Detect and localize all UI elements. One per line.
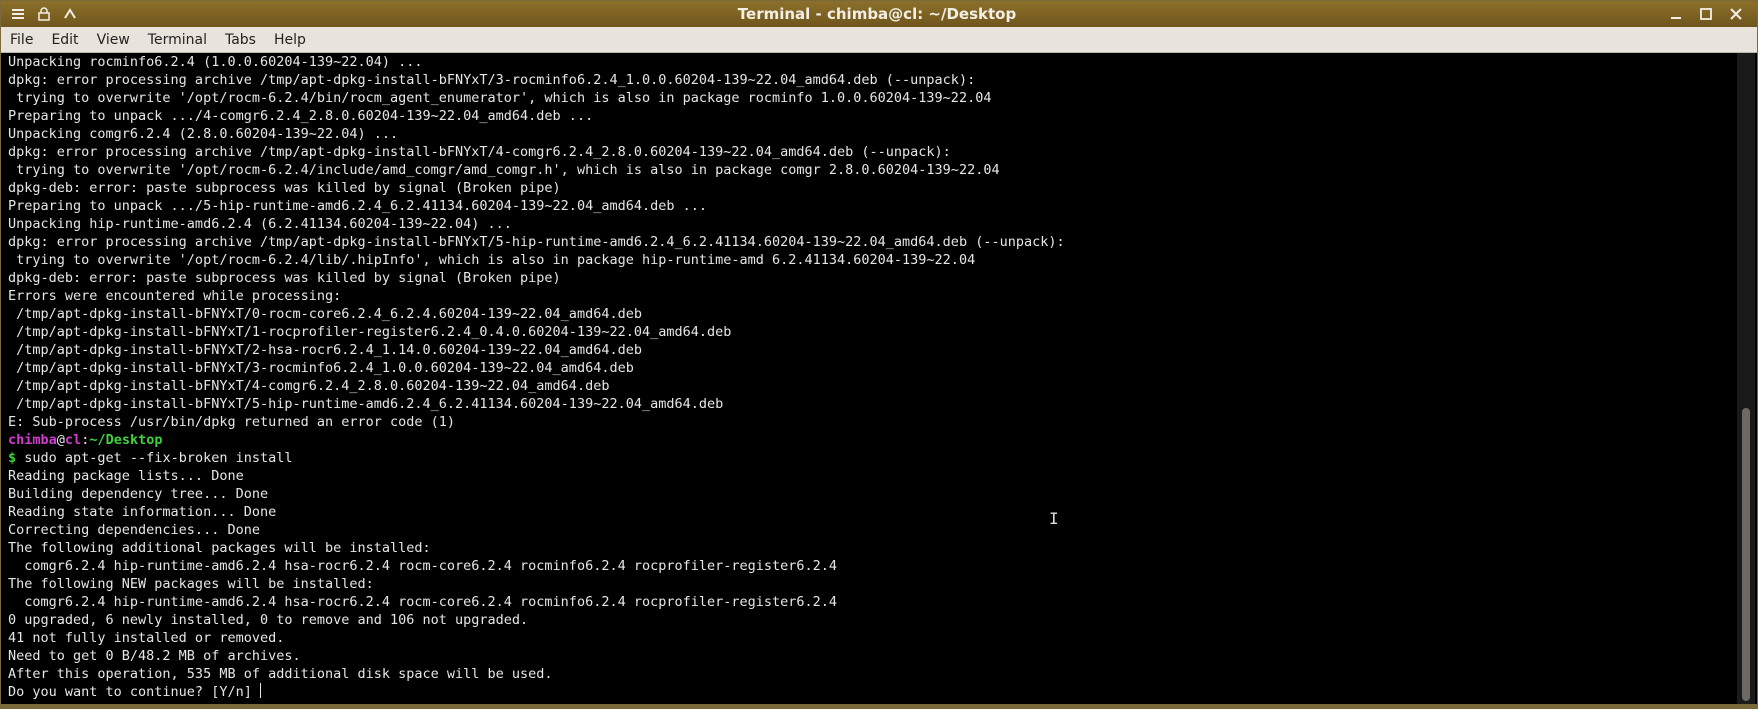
output-line: Preparing to unpack .../4-comgr6.2.4_2.8… xyxy=(8,108,594,124)
prompt-dollar: $ xyxy=(8,450,17,466)
title-bar-right-controls xyxy=(1627,4,1757,24)
output-line: The following NEW packages will be insta… xyxy=(8,576,374,592)
menu-file[interactable]: File xyxy=(1,32,42,48)
ibeam-cursor-icon: I xyxy=(1049,509,1059,528)
menu-icon[interactable] xyxy=(7,4,29,24)
command-line: $ sudo apt-get --fix-broken install xyxy=(8,449,1737,467)
output-line: /tmp/apt-dpkg-install-bFNYxT/2-hsa-rocr6… xyxy=(8,342,642,358)
output-line: dpkg-deb: error: paste subprocess was ki… xyxy=(8,270,561,286)
output-line: Need to get 0 B/48.2 MB of archives. xyxy=(8,648,301,664)
command-text: sudo apt-get --fix-broken install xyxy=(16,450,293,466)
prompt-host: cl xyxy=(64,432,82,448)
maximize-icon[interactable] xyxy=(1695,4,1717,24)
title-bar[interactable]: Terminal - chimba@cl: ~/Desktop xyxy=(1,1,1757,27)
output-line: E: Sub-process /usr/bin/dpkg returned an… xyxy=(8,414,456,430)
prompt-path: ~/Desktop xyxy=(89,432,163,448)
output-line: /tmp/apt-dpkg-install-bFNYxT/0-rocm-core… xyxy=(8,306,642,322)
output-line: 41 not fully installed or removed. xyxy=(8,630,285,646)
prompt-at: @ xyxy=(56,432,65,448)
output-line: /tmp/apt-dpkg-install-bFNYxT/1-rocprofil… xyxy=(8,324,732,340)
output-line: Unpacking comgr6.2.4 (2.8.0.60204-139~22… xyxy=(8,126,399,142)
output-line: dpkg: error processing archive /tmp/apt-… xyxy=(8,72,976,88)
menu-view[interactable]: View xyxy=(88,32,139,48)
text-cursor xyxy=(259,683,261,698)
up-arrow-icon[interactable] xyxy=(59,4,81,24)
output-line: trying to overwrite '/opt/rocm-6.2.4/inc… xyxy=(8,162,1000,178)
lock-icon[interactable] xyxy=(33,4,55,24)
terminal-window: Terminal - chimba@cl: ~/Desktop File Edi… xyxy=(0,0,1758,709)
output-line: /tmp/apt-dpkg-install-bFNYxT/4-comgr6.2.… xyxy=(8,378,610,394)
output-line: Reading package lists... Done xyxy=(8,468,244,484)
confirm-prompt-line: Do you want to continue? [Y/n] xyxy=(8,683,1737,701)
menu-edit[interactable]: Edit xyxy=(42,32,87,48)
output-line: trying to overwrite '/opt/rocm-6.2.4/lib… xyxy=(8,252,976,268)
output-line: After this operation, 535 MB of addition… xyxy=(8,666,553,682)
terminal-output[interactable]: Unpacking rocminfo6.2.4 (1.0.0.60204-139… xyxy=(1,53,1737,705)
output-lines-before: Unpacking rocminfo6.2.4 (1.0.0.60204-139… xyxy=(8,53,1737,431)
output-line: /tmp/apt-dpkg-install-bFNYxT/5-hip-runti… xyxy=(8,396,724,412)
output-line: Correcting dependencies... Done xyxy=(8,522,260,538)
confirm-prompt-text: Do you want to continue? [Y/n] xyxy=(8,684,260,700)
output-line: 0 upgraded, 6 newly installed, 0 to remo… xyxy=(8,612,529,628)
output-line: trying to overwrite '/opt/rocm-6.2.4/bin… xyxy=(8,90,992,106)
menu-bar: File Edit View Terminal Tabs Help xyxy=(1,27,1757,53)
output-line: dpkg-deb: error: paste subprocess was ki… xyxy=(8,180,561,196)
scrollbar-thumb[interactable] xyxy=(1742,408,1750,701)
output-line: Building dependency tree... Done xyxy=(8,486,269,502)
prompt-line: chimba@cl:~/Desktop xyxy=(8,431,1737,449)
prompt-user: chimba xyxy=(8,432,57,448)
window-bottom-border xyxy=(1,704,1757,708)
menu-tabs[interactable]: Tabs xyxy=(216,32,265,48)
minimize-icon[interactable] xyxy=(1665,4,1687,24)
output-line: Unpacking hip-runtime-amd6.2.4 (6.2.4113… xyxy=(8,216,512,232)
output-lines-after: Reading package lists... Done Building de… xyxy=(8,467,1737,683)
window-title: Terminal - chimba@cl: ~/Desktop xyxy=(737,5,1017,23)
menu-terminal[interactable]: Terminal xyxy=(139,32,216,48)
output-line: dpkg: error processing archive /tmp/apt-… xyxy=(8,234,1065,250)
title-bar-left-controls xyxy=(1,4,127,24)
output-line: comgr6.2.4 hip-runtime-amd6.2.4 hsa-rocr… xyxy=(8,558,838,574)
output-line: dpkg: error processing archive /tmp/apt-… xyxy=(8,144,951,160)
output-line: The following additional packages will b… xyxy=(8,540,431,556)
output-line: Errors were encountered while processing… xyxy=(8,288,342,304)
output-line: comgr6.2.4 hip-runtime-amd6.2.4 hsa-rocr… xyxy=(8,594,838,610)
output-line: /tmp/apt-dpkg-install-bFNYxT/3-rocminfo6… xyxy=(8,360,634,376)
vertical-scrollbar[interactable] xyxy=(1737,53,1755,705)
menu-help[interactable]: Help xyxy=(265,32,315,48)
output-line: Reading state information... Done xyxy=(8,504,277,520)
output-line: Preparing to unpack .../5-hip-runtime-am… xyxy=(8,198,707,214)
output-line: Unpacking rocminfo6.2.4 (1.0.0.60204-139… xyxy=(8,54,423,70)
close-icon[interactable] xyxy=(1725,4,1747,24)
